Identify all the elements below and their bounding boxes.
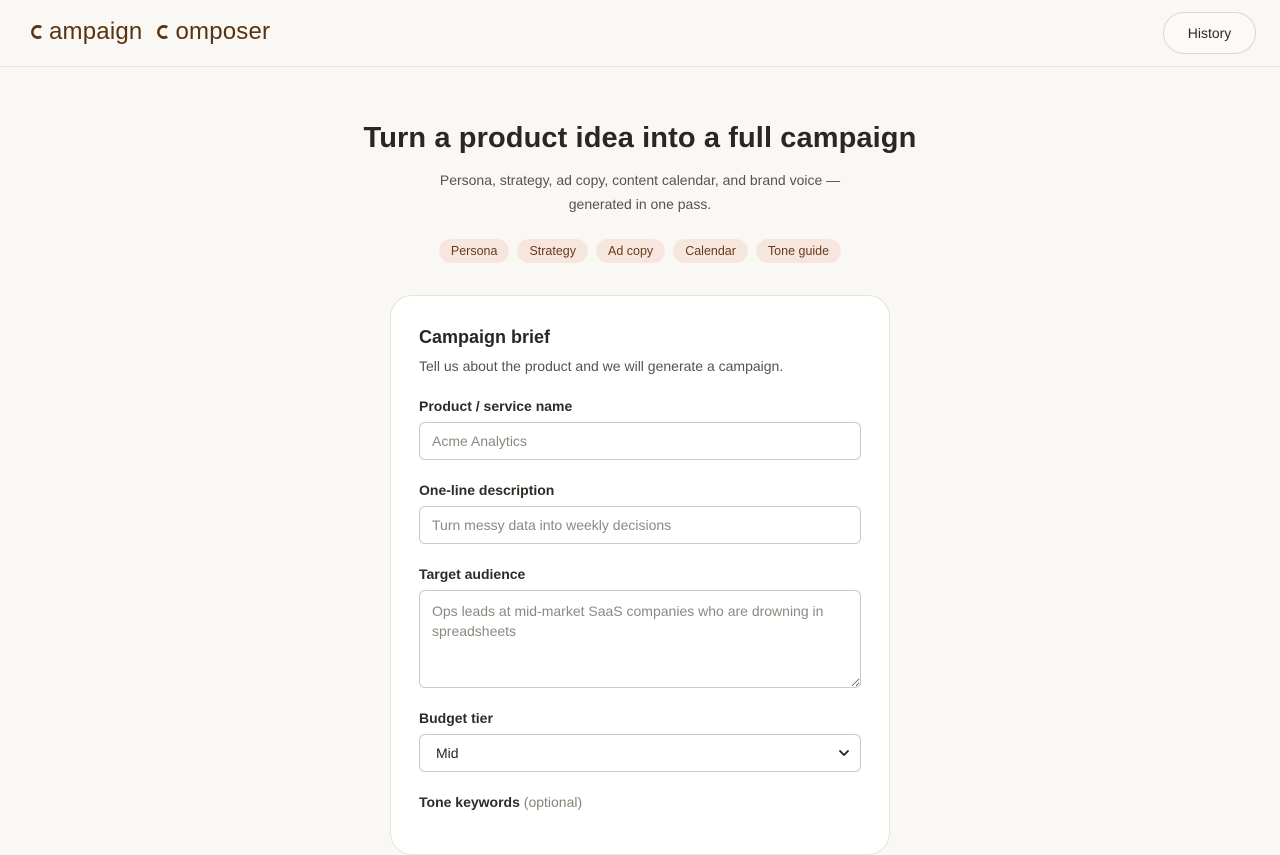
c-arc-icon bbox=[157, 25, 169, 39]
app-logo[interactable]: ampaign omposer bbox=[28, 18, 270, 46]
chip-tone-guide: Tone guide bbox=[755, 239, 842, 263]
logo-word-composer: omposer bbox=[154, 18, 270, 46]
card-subtitle: Tell us about the product and we will ge… bbox=[419, 358, 784, 374]
logo-word-campaign: ampaign bbox=[28, 18, 142, 46]
page-subtitle: Persona, strategy, ad copy, content cale… bbox=[439, 172, 841, 212]
top-bar: ampaign omposer History bbox=[0, 0, 1280, 67]
feature-chips: Persona Strategy Ad copy Calendar Tone g… bbox=[0, 239, 1280, 263]
chip-ad-copy: Ad copy bbox=[596, 239, 666, 263]
chip-calendar: Calendar bbox=[673, 239, 748, 263]
c-arc-icon bbox=[31, 25, 42, 39]
chevron-down-icon bbox=[839, 750, 849, 756]
chip-persona: Persona bbox=[438, 239, 510, 263]
tone-keywords-label-text: Tone keywords bbox=[419, 794, 520, 810]
tone-keywords-label: Tone keywords (optional) bbox=[419, 794, 582, 810]
description-label: One-line description bbox=[419, 482, 555, 498]
history-button[interactable]: History bbox=[1163, 12, 1256, 54]
target-audience-label: Target audience bbox=[419, 566, 526, 582]
logo-text-campaign: ampaign bbox=[49, 18, 143, 45]
tone-keywords-optional: (optional) bbox=[523, 794, 583, 810]
target-audience-textarea[interactable] bbox=[419, 590, 861, 688]
product-name-input[interactable] bbox=[419, 422, 861, 460]
product-name-label: Product / service name bbox=[419, 398, 573, 414]
budget-tier-select[interactable]: Mid bbox=[419, 734, 861, 772]
campaign-brief-card: Campaign brief Tell us about the product… bbox=[390, 295, 890, 855]
budget-tier-value: Mid bbox=[436, 745, 459, 761]
chip-strategy: Strategy bbox=[517, 239, 589, 263]
description-input[interactable] bbox=[419, 506, 861, 544]
budget-tier-label: Budget tier bbox=[419, 710, 493, 726]
page-title: Turn a product idea into a full campaign bbox=[363, 122, 917, 154]
logo-text-composer: omposer bbox=[175, 18, 271, 45]
card-title: Campaign brief bbox=[419, 327, 551, 347]
